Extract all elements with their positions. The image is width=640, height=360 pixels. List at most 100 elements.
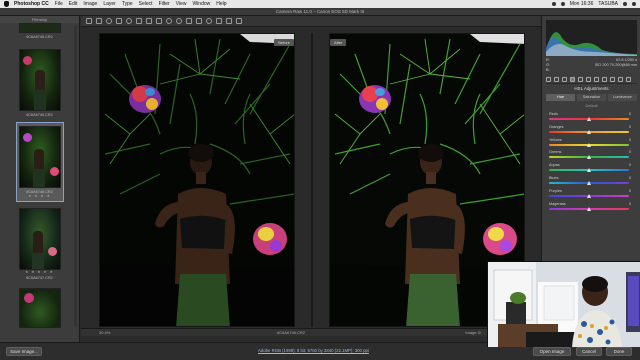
rotate-left-icon[interactable] — [226, 18, 232, 24]
transform-tab-icon[interactable] — [594, 77, 599, 82]
spot-removal-icon[interactable] — [166, 18, 172, 24]
slider-thumb[interactable] — [587, 206, 591, 211]
detail-tab-icon[interactable] — [562, 77, 567, 82]
tone-curve-tab-icon[interactable] — [554, 77, 559, 82]
calibration-tab-icon[interactable] — [610, 77, 615, 82]
filmstrip-scrollbar[interactable] — [74, 26, 77, 326]
filmstrip-header: Filmstrip — [0, 16, 79, 23]
preferences-icon[interactable] — [216, 18, 222, 24]
graduated-filter-icon[interactable] — [196, 18, 202, 24]
filmstrip-thumb[interactable]: 6C6A6745.CR2 — [17, 23, 63, 39]
slider-value[interactable]: 0 — [629, 202, 631, 206]
targeted-adjustment-icon[interactable] — [126, 18, 132, 24]
radial-filter-icon[interactable] — [206, 18, 212, 24]
basic-tab-icon[interactable] — [546, 77, 551, 82]
hue-slider-magentas[interactable]: Magentas 0 — [546, 202, 637, 215]
menu-file[interactable]: File — [55, 1, 63, 7]
crop-tool-icon[interactable] — [136, 18, 142, 24]
battery-icon[interactable] — [560, 2, 565, 6]
lens-corrections-tab-icon[interactable] — [586, 77, 591, 82]
tab-luminance[interactable]: Luminance — [608, 94, 637, 101]
apple-icon[interactable] — [4, 1, 9, 7]
transform-tool-icon[interactable] — [156, 18, 162, 24]
menu-view[interactable]: View — [176, 1, 187, 7]
slider-value[interactable]: 0 — [629, 163, 631, 167]
tab-saturation[interactable]: Saturation — [577, 94, 606, 101]
slider-value[interactable]: 0 — [629, 189, 631, 193]
thumb-rating[interactable]: ★ ★ ★ ★ — [17, 194, 63, 198]
system-menubar: Photoshop CC File Edit Image Layer Type … — [0, 0, 640, 8]
tools-toolbar — [81, 16, 541, 27]
open-image-button[interactable]: Open Image — [533, 347, 571, 356]
thumb-rating[interactable]: ★ ★ ★ ★ ★ — [17, 270, 63, 274]
after-label: After — [330, 39, 347, 46]
user-name[interactable]: TASUBA — [598, 1, 618, 7]
menu-type[interactable]: Type — [122, 1, 133, 7]
slider-label: Greens — [549, 150, 562, 155]
effects-tab-icon[interactable] — [602, 77, 607, 82]
split-toning-tab-icon[interactable] — [578, 77, 583, 82]
default-button[interactable]: Default — [546, 104, 637, 108]
slider-thumb[interactable] — [587, 142, 591, 147]
slider-value[interactable]: 0 — [629, 138, 631, 142]
preview-canvas[interactable]: Before After — [81, 27, 541, 328]
slider-thumb[interactable] — [587, 193, 591, 198]
hand-tool-icon[interactable] — [96, 18, 102, 24]
snapshots-tab-icon[interactable] — [626, 77, 631, 82]
slider-value[interactable]: 0 — [629, 125, 631, 129]
slider-value[interactable]: 0 — [629, 112, 631, 116]
readout-iso-lens: ISO 200 70-200@88 mm — [594, 63, 637, 67]
adjustment-brush-icon[interactable] — [186, 18, 192, 24]
save-image-button[interactable]: Save Image... — [6, 347, 42, 356]
slider-label: Oranges — [549, 124, 564, 129]
hsl-tabs: Hue Saturation Luminance — [546, 94, 637, 101]
menu-edit[interactable]: Edit — [69, 1, 78, 7]
hue-slider-purples[interactable]: Purples 0 — [546, 189, 637, 202]
slider-value[interactable]: 0 — [629, 150, 631, 154]
menu-window[interactable]: Window — [192, 1, 210, 7]
clock[interactable]: Mon 16:36 — [570, 1, 594, 7]
slider-thumb[interactable] — [587, 168, 591, 173]
hue-slider-yellows[interactable]: Yellows 0 — [546, 138, 637, 151]
filmstrip-thumb[interactable]: 6C6A6745.CR2 — [17, 49, 63, 117]
hue-slider-oranges[interactable]: Oranges 0 — [546, 125, 637, 138]
menubar-status: Mon 16:36 TASUBA — [551, 0, 636, 8]
white-balance-tool-icon[interactable] — [106, 18, 112, 24]
hue-slider-reds[interactable]: Reds 0 — [546, 112, 637, 125]
tab-hue[interactable]: Hue — [546, 94, 575, 101]
red-eye-icon[interactable] — [176, 18, 182, 24]
app-menu-name[interactable]: Photoshop CC — [14, 1, 49, 7]
slider-value[interactable]: 0 — [629, 176, 631, 180]
preview-statusbar: 30.4% 6C6A6746.CR2 Image 3/ — [81, 328, 541, 336]
zoom-level[interactable]: 30.4% — [99, 329, 110, 337]
hue-slider-aquas[interactable]: Aquas 0 — [546, 163, 637, 176]
hsl-tab-icon[interactable] — [570, 77, 575, 82]
filmstrip-thumb-selected[interactable]: 6C6A6746.CR2 ★ ★ ★ ★ — [15, 122, 64, 202]
slider-thumb[interactable] — [587, 117, 591, 121]
slider-thumb[interactable] — [587, 180, 591, 185]
color-sampler-icon[interactable] — [116, 18, 122, 24]
menu-select[interactable]: Select — [139, 1, 153, 7]
hue-slider-blues[interactable]: Blues 0 — [546, 176, 637, 189]
menu-help[interactable]: Help — [216, 1, 226, 7]
hue-slider-greens[interactable]: Greens 0 — [546, 150, 637, 163]
before-preview[interactable]: Before — [99, 33, 295, 327]
search-icon[interactable] — [623, 2, 627, 6]
thumb-label: 6C6A6745.CR2 — [26, 35, 53, 39]
straighten-tool-icon[interactable] — [146, 18, 152, 24]
zoom-tool-icon[interactable] — [86, 18, 92, 24]
menu-image[interactable]: Image — [83, 1, 97, 7]
filmstrip-thumb[interactable] — [17, 288, 63, 328]
slider-thumb[interactable] — [587, 155, 591, 160]
done-button[interactable]: Done — [606, 347, 632, 356]
workflow-options-link[interactable]: Adobe RGB (1998); 8 bit; 5760 by 3840 (2… — [258, 348, 369, 353]
menu-layer[interactable]: Layer — [103, 1, 116, 7]
filmstrip-thumb[interactable]: ★ ★ ★ ★ ★ 6C6A6747.CR2 — [17, 208, 63, 280]
wifi-icon[interactable] — [551, 2, 556, 6]
menu-list-icon[interactable] — [632, 2, 636, 6]
rotate-right-icon[interactable] — [236, 18, 242, 24]
slider-thumb[interactable] — [587, 129, 591, 134]
presets-tab-icon[interactable] — [618, 77, 623, 82]
menu-filter[interactable]: Filter — [159, 1, 170, 7]
cancel-button[interactable]: Cancel — [576, 347, 602, 356]
